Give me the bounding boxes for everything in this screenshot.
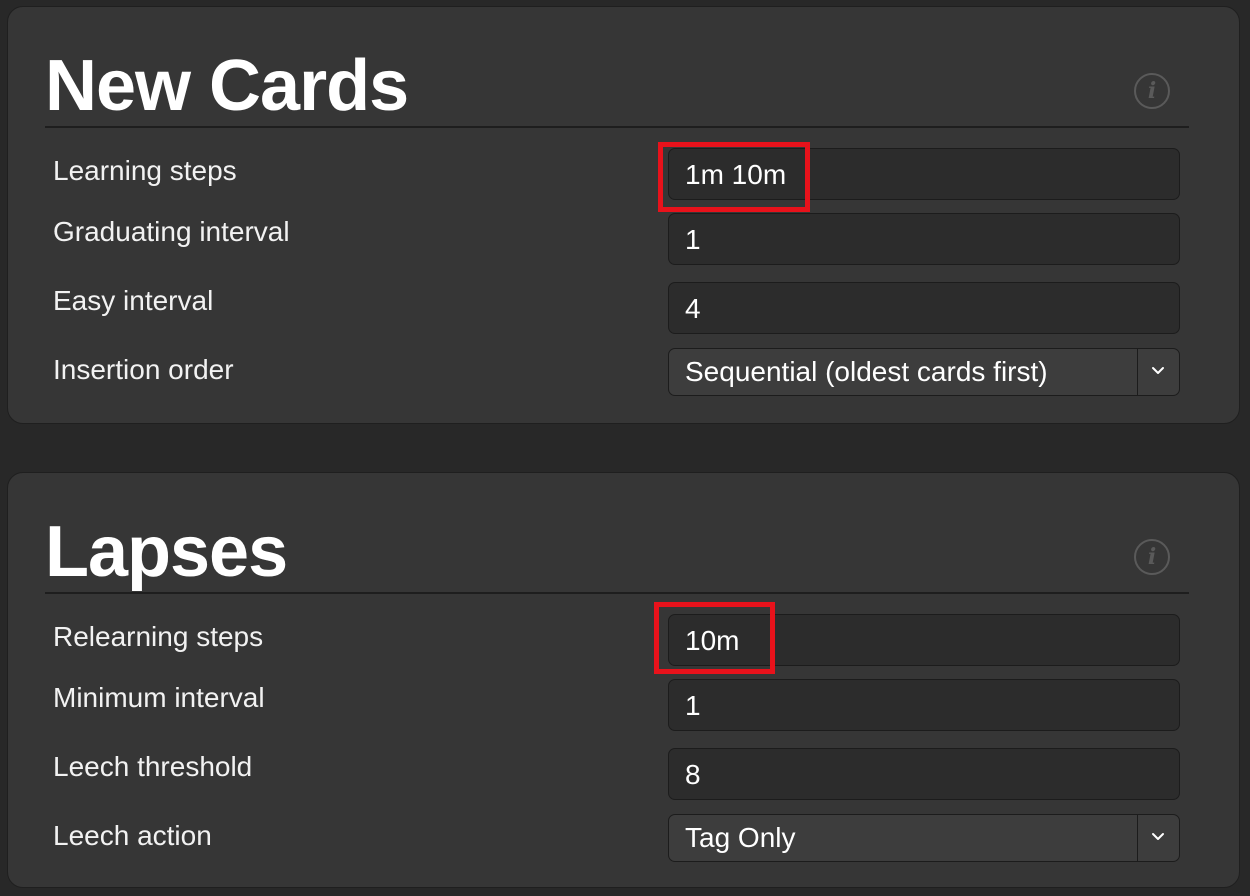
leech-action-label: Leech action: [53, 820, 212, 851]
relearning-steps-input[interactable]: 10m: [668, 614, 1180, 666]
leech-threshold-input[interactable]: 8: [668, 748, 1180, 800]
lapses-section: Lapses i Relearning steps 10m Minimum in…: [7, 472, 1240, 888]
minimum-interval-input[interactable]: 1: [668, 679, 1180, 731]
learning-steps-input[interactable]: 1m 10m: [668, 148, 1180, 200]
easy-interval-label: Easy interval: [53, 285, 214, 316]
graduating-interval-label: Graduating interval: [53, 216, 290, 247]
new-cards-section: New Cards i Learning steps 1m 10m Gradua…: [7, 6, 1240, 424]
chevron-down-icon[interactable]: [1137, 349, 1179, 395]
section-title-new-cards: New Cards: [45, 46, 409, 126]
section-title-lapses: Lapses: [45, 512, 288, 592]
leech-action-value: Tag Only: [685, 822, 796, 853]
chevron-down-icon[interactable]: [1137, 815, 1179, 861]
relearning-steps-label: Relearning steps: [53, 621, 264, 652]
info-icon[interactable]: i: [1134, 73, 1170, 109]
info-icon[interactable]: i: [1134, 539, 1170, 575]
insertion-order-select[interactable]: Sequential (oldest cards first): [668, 348, 1180, 396]
easy-interval-input[interactable]: 4: [668, 282, 1180, 334]
graduating-interval-input[interactable]: 1: [668, 213, 1180, 265]
leech-threshold-label: Leech threshold: [53, 751, 253, 782]
minimum-interval-label: Minimum interval: [53, 682, 265, 713]
insertion-order-label: Insertion order: [53, 354, 234, 385]
learning-steps-label: Learning steps: [53, 155, 237, 186]
leech-action-select[interactable]: Tag Only: [668, 814, 1180, 862]
section-divider: [45, 126, 1189, 128]
insertion-order-value: Sequential (oldest cards first): [685, 356, 1048, 387]
section-divider: [45, 592, 1189, 594]
